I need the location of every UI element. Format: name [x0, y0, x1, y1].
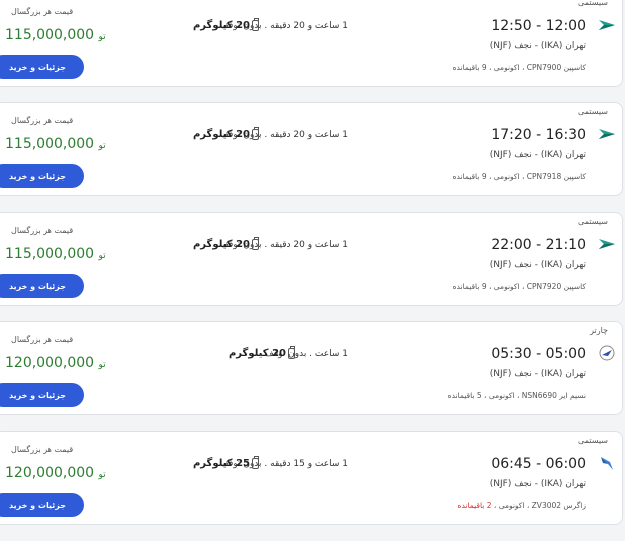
meta-separator: ،	[524, 501, 530, 510]
baggage-allowance: 20 کیلوگرم	[228, 346, 295, 359]
flight-route: تهران (IKA) - نجف (NJF)	[489, 41, 586, 51]
flight-times: 06:45 - 06:00	[491, 456, 586, 472]
price-currency: تو	[98, 360, 106, 370]
flight-times: 17:20 - 16:30	[491, 127, 586, 143]
flight-type-badge: سیستمی	[578, 436, 608, 445]
cabin-class: اکونومی	[498, 501, 525, 510]
caspian-logo-icon	[598, 235, 616, 253]
airline-flight-number: زاگرس ZV3002	[531, 501, 586, 510]
meta-separator: ،	[486, 282, 492, 291]
baggage-weight: 20 کیلوگرم	[228, 348, 286, 359]
flight-route: تهران (IKA) - نجف (NJF)	[489, 369, 586, 379]
details-and-buy-button[interactable]: جزئیات و خرید	[0, 383, 84, 407]
details-and-buy-button[interactable]: جزئیات و خرید	[0, 274, 84, 298]
price-value: 120,000,000 تو	[5, 465, 106, 481]
details-and-buy-button[interactable]: جزئیات و خرید	[0, 493, 84, 517]
luggage-icon	[288, 346, 295, 359]
flight-card[interactable]: سیستمی 22:00 - 21:10 تهران (IKA) - نجف (…	[0, 212, 623, 306]
baggage-weight: 25 کیلوگرم	[192, 458, 250, 469]
flight-type-badge: چارتر	[590, 326, 608, 335]
airline-flight-number: کاسپین CPN7918	[526, 172, 586, 181]
seats-remaining: 9 باقیمانده	[452, 172, 487, 181]
luggage-icon	[252, 127, 259, 140]
price-label: قیمت هر بزرگسال	[11, 335, 74, 344]
price-label: قیمت هر بزرگسال	[11, 226, 74, 235]
seats-remaining: 5 باقیمانده	[447, 391, 482, 400]
price-value: 115,000,000 تو	[5, 246, 106, 262]
baggage-allowance: 20 کیلوگرم	[192, 127, 259, 140]
price-currency: تو	[98, 32, 106, 42]
cabin-class: اکونومی	[493, 282, 520, 291]
flight-meta: نسیم ایر NSN6690 ، اکونومی ، 5 باقیمانده	[448, 391, 586, 400]
meta-separator: ،	[519, 282, 525, 291]
price-label: قیمت هر بزرگسال	[11, 445, 74, 454]
details-and-buy-button[interactable]: جزئیات و خرید	[0, 55, 84, 79]
price-label: قیمت هر بزرگسال	[11, 7, 74, 16]
flight-meta: کاسپین CPN7920 ، اکونومی ، 9 باقیمانده	[453, 282, 586, 291]
price-currency: تو	[98, 470, 106, 480]
seats-remaining: 9 باقیمانده	[452, 282, 487, 291]
baggage-allowance: 20 کیلوگرم	[192, 18, 259, 31]
flight-times: 05:30 - 05:00	[491, 346, 586, 362]
price-currency: تو	[98, 251, 106, 261]
luggage-icon	[252, 18, 259, 31]
baggage-weight: 20 کیلوگرم	[192, 129, 250, 140]
flight-times: 22:00 - 21:10	[491, 237, 586, 253]
flight-route: تهران (IKA) - نجف (NJF)	[489, 260, 586, 270]
cabin-class: اکونومی	[493, 63, 520, 72]
meta-separator: ،	[491, 501, 497, 510]
airline-flight-number: کاسپین CPN7900	[526, 63, 586, 72]
meta-separator: ،	[514, 391, 520, 400]
flight-card[interactable]: چارتر 05:30 - 05:00 تهران (IKA) - نجف (N…	[0, 321, 623, 415]
seats-remaining: 9 باقیمانده	[452, 63, 487, 72]
meta-separator: ،	[486, 172, 492, 181]
flight-card[interactable]: سیستمی 06:45 - 06:00 تهران (IKA) - نجف (…	[0, 431, 623, 525]
airline-flight-number: نسیم ایر NSN6690	[521, 391, 586, 400]
baggage-allowance: 25 کیلوگرم	[192, 456, 259, 469]
flight-type-badge: سیستمی	[578, 0, 608, 7]
airline-flight-number: کاسپین CPN7920	[526, 282, 586, 291]
price-value: 115,000,000 تو	[5, 27, 106, 43]
meta-separator: ،	[481, 391, 487, 400]
price-label: قیمت هر بزرگسال	[11, 116, 74, 125]
flight-meta: زاگرس ZV3002 ، اکونومی ، 2 باقیمانده	[458, 501, 586, 510]
price-amount: 115,000,000	[5, 246, 95, 262]
meta-separator: ،	[519, 63, 525, 72]
meta-separator: ،	[486, 63, 492, 72]
flight-type-badge: سیستمی	[578, 217, 608, 226]
caspian-logo-icon	[598, 125, 616, 143]
flight-card[interactable]: سیستمی 17:20 - 16:30 تهران (IKA) - نجف (…	[0, 102, 623, 196]
baggage-weight: 20 کیلوگرم	[192, 20, 250, 31]
caspian-logo-icon	[598, 16, 616, 34]
price-value: 120,000,000 تو	[5, 355, 106, 371]
baggage-weight: 20 کیلوگرم	[192, 239, 250, 250]
price-amount: 115,000,000	[5, 27, 95, 43]
price-amount: 120,000,000	[5, 465, 95, 481]
luggage-icon	[252, 237, 259, 250]
flight-times: 12:50 - 12:00	[491, 18, 586, 34]
cabin-class: اکونومی	[493, 172, 520, 181]
luggage-icon	[252, 456, 259, 469]
baggage-allowance: 20 کیلوگرم	[192, 237, 259, 250]
flight-route: تهران (IKA) - نجف (NJF)	[489, 150, 586, 160]
price-amount: 115,000,000	[5, 136, 95, 152]
flight-route: تهران (IKA) - نجف (NJF)	[489, 479, 586, 489]
price-amount: 120,000,000	[5, 355, 95, 371]
price-currency: تو	[98, 141, 106, 151]
flight-type-badge: سیستمی	[578, 107, 608, 116]
meta-separator: ،	[519, 172, 525, 181]
flight-card[interactable]: سیستمی 12:50 - 12:00 تهران (IKA) - نجف (…	[0, 0, 623, 87]
flight-meta: کاسپین CPN7918 ، اکونومی ، 9 باقیمانده	[453, 172, 586, 181]
details-and-buy-button[interactable]: جزئیات و خرید	[0, 164, 84, 188]
cabin-class: اکونومی	[488, 391, 515, 400]
price-value: 115,000,000 تو	[5, 136, 106, 152]
zagros-logo-icon	[598, 454, 616, 472]
seats-remaining: 2 باقیمانده	[457, 501, 492, 510]
naseem-air-logo-icon	[598, 344, 616, 362]
flight-meta: کاسپین CPN7900 ، اکونومی ، 9 باقیمانده	[453, 63, 586, 72]
